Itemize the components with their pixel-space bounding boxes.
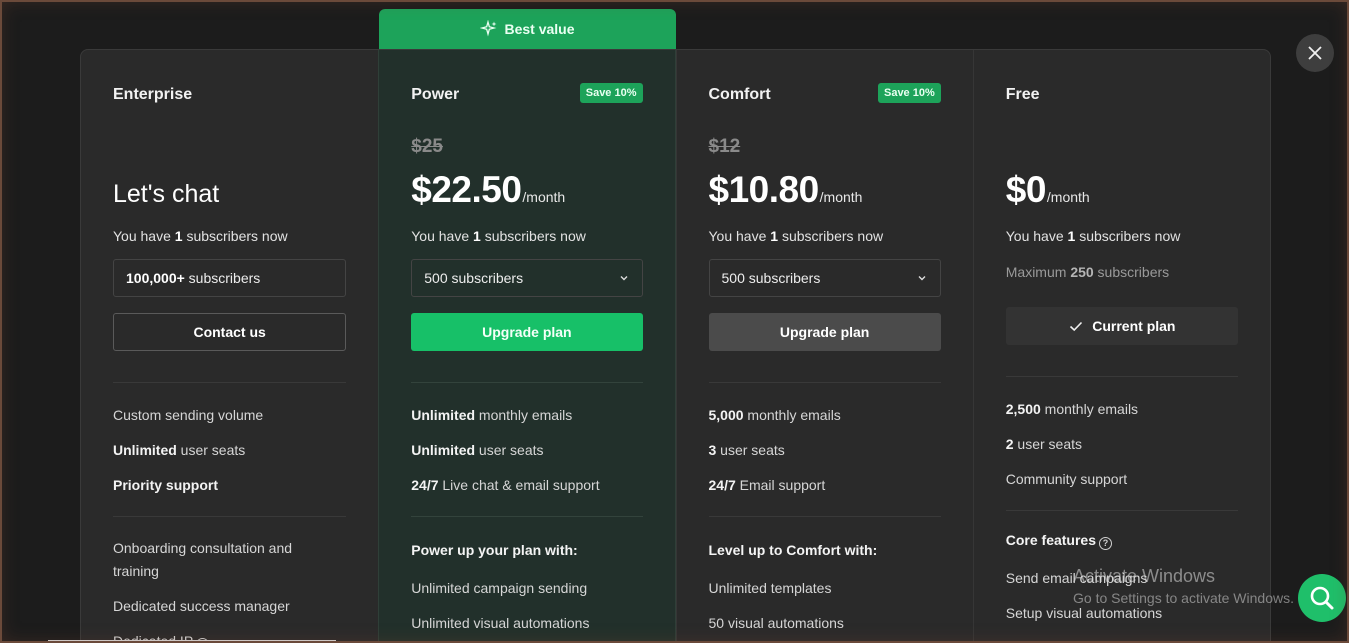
price: $10.80 — [708, 169, 820, 210]
plan-name: Power — [411, 86, 460, 103]
price-row: $22.50/month — [411, 169, 565, 211]
divider — [113, 516, 347, 517]
save-badge: Save 10% — [877, 83, 941, 103]
feature-item: 3 user seats — [708, 442, 785, 458]
best-value-banner: Best value — [379, 9, 676, 49]
extra-feature-item: 50 visual automations — [708, 615, 844, 631]
windows-activation-subtitle: Go to Settings to activate Windows. — [1073, 590, 1294, 606]
windows-activation-title: Activate Windows — [1073, 566, 1216, 586]
current-plan-button: Current plan — [1005, 307, 1238, 345]
price-period: /month — [819, 189, 863, 205]
chevron-down-icon — [918, 276, 926, 281]
feature-item: 2,500 monthly emails — [1005, 401, 1139, 417]
plan-card-enterprise: Enterprise Let's chat You have 1 subscri… — [81, 50, 378, 643]
max-subscribers: Maximum 250 subscribers — [1005, 264, 1170, 280]
plan-card-comfort: Comfort Save 10% $12 $10.80/month You ha… — [675, 50, 973, 643]
subscriber-tier-box: 100,000+ subscribers — [113, 259, 347, 297]
section-title: Power up your plan with: — [411, 542, 578, 558]
chevron-down-icon — [620, 276, 627, 281]
feature-item: Unlimited user seats — [411, 442, 544, 458]
price-period: /month — [522, 189, 566, 205]
upgrade-plan-button[interactable]: Upgrade plan — [708, 313, 941, 351]
feature-item: 5,000 monthly emails — [708, 407, 841, 423]
plan-name: Free — [1005, 86, 1040, 103]
divider — [708, 516, 941, 517]
old-price: $25 — [411, 136, 443, 157]
divider — [113, 382, 347, 383]
extra-feature-item: training — [113, 563, 159, 579]
sparkle-icon — [480, 20, 497, 37]
search-fab-button[interactable] — [1298, 574, 1346, 622]
price-row: $10.80/month — [709, 169, 863, 211]
plan-name: Enterprise — [113, 86, 193, 103]
best-value-label: Best value — [504, 21, 575, 37]
save-badge: Save 10% — [579, 83, 643, 103]
close-icon — [1308, 46, 1322, 60]
section-title: Core features? — [1006, 532, 1113, 550]
feature-item: Priority support — [113, 477, 219, 493]
price-period: /month — [1046, 189, 1090, 205]
plan-name: Comfort — [708, 86, 771, 103]
subscriber-status: You have 1 subscribers now — [411, 228, 586, 244]
close-button[interactable] — [1296, 34, 1334, 72]
price: $22.50 — [411, 169, 522, 210]
subscriber-select[interactable]: 500 subscribers — [411, 259, 643, 297]
feature-item: Unlimited user seats — [113, 442, 246, 458]
subscriber-status: You have 1 subscribers now — [1005, 228, 1181, 244]
check-icon — [1070, 321, 1083, 332]
price-row: $0/month — [1006, 169, 1090, 211]
pricing-modal: Enterprise Let's chat You have 1 subscri… — [80, 49, 1271, 643]
contact-us-button[interactable]: Contact us — [113, 313, 347, 351]
plan-headline: Let's chat — [113, 180, 220, 208]
search-icon — [1310, 586, 1334, 610]
subscriber-status: You have 1 subscribers now — [708, 228, 884, 244]
upgrade-plan-button[interactable]: Upgrade plan — [411, 313, 643, 351]
subscriber-select-value: 500 subscribers — [424, 270, 524, 286]
subscriber-select[interactable]: 500 subscribers — [708, 259, 941, 297]
extra-feature-item: Dedicated success manager — [113, 598, 290, 614]
subscriber-status: You have 1 subscribers now — [113, 228, 288, 244]
feature-item: 2 user seats — [1005, 436, 1083, 452]
divider — [411, 516, 643, 517]
divider — [708, 382, 941, 383]
divider — [411, 382, 643, 383]
plan-card-power: Power Save 10% $25 $22.50/month You have… — [378, 50, 676, 643]
feature-item: 24/7 Email support — [708, 477, 826, 493]
extra-feature-item: Onboarding consultation and — [113, 540, 293, 556]
divider — [1005, 376, 1238, 377]
old-price: $12 — [708, 136, 741, 157]
feature-item: Unlimited monthly emails — [411, 407, 573, 423]
subscriber-select-value: 500 subscribers — [721, 270, 821, 286]
feature-item: Custom sending volume — [113, 407, 264, 423]
help-icon[interactable]: ? — [1099, 537, 1113, 550]
extra-feature-item: Unlimited campaign sending — [411, 580, 588, 596]
extra-feature-item: Unlimited visual automations — [411, 615, 590, 631]
current-plan-label: Current plan — [1092, 318, 1176, 334]
feature-item: 24/7 Live chat & email support — [411, 477, 600, 493]
extra-feature-item: Unlimited templates — [708, 580, 832, 596]
section-title: Level up to Comfort with: — [708, 542, 878, 558]
price: $0 — [1005, 169, 1047, 210]
feature-item: Community support — [1005, 471, 1128, 487]
plan-card-free: Free $0/month You have 1 subscribers now… — [972, 50, 1270, 643]
divider — [1005, 510, 1238, 511]
